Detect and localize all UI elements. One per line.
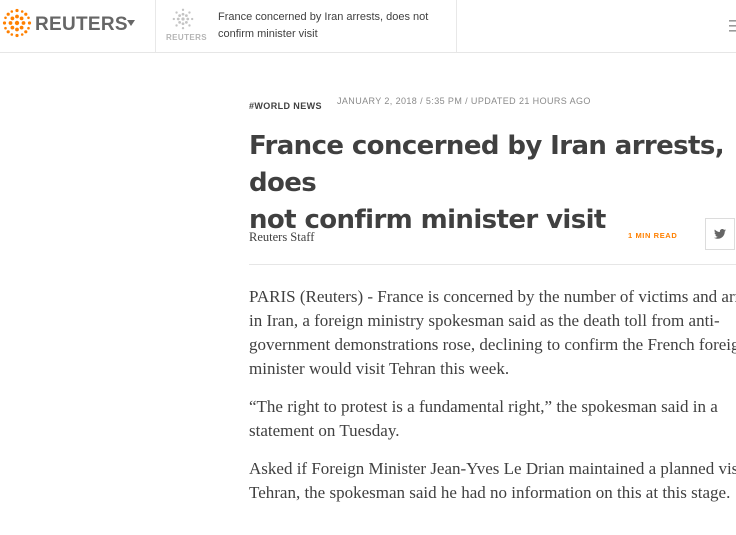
twitter-share-button[interactable] [705,218,735,250]
paragraph-line: “The right to protest is a fundamental r… [249,397,718,416]
current-story-tab[interactable]: REUTERS France concerned by Iran arrests… [157,0,457,52]
paragraph-line: Tehran, the spokesman said he had no inf… [249,483,731,502]
paragraph-line: statement on Tuesday. [249,421,400,440]
paragraph-line: minister would visit Tehran this week. [249,359,510,378]
article-paragraph: “The right to protest is a fundamental r… [249,395,736,443]
article-meta: #WORLD NEWS JANUARY 2, 2018 / 5:35 PM / … [249,96,590,114]
twitter-icon [714,229,726,239]
read-time-label: 1 MIN READ [628,231,678,240]
reuters-logo-icon[interactable] [2,8,32,38]
author-name[interactable]: Reuters Staff [249,230,314,244]
article-paragraph: Asked if Foreign Minister Jean-Yves Le D… [249,457,736,505]
headline-line: France concerned by Iran arrests, does [249,131,725,198]
story-tab-title[interactable]: France concerned by Iran arrests, does n… [218,9,448,43]
menu-icon[interactable] [729,19,736,33]
paragraph-line: government demonstrations rose, declinin… [249,335,736,354]
article-body: PARIS (Reuters) - France is concerned by… [249,285,736,519]
paragraph-line: PARIS (Reuters) - France is concerned by… [249,287,736,306]
chevron-down-icon[interactable] [127,20,135,26]
channel-link[interactable]: #WORLD NEWS [249,101,322,111]
top-header-bar: REUTERS REUTERS France concerned by Iran… [0,0,736,53]
divider [249,264,736,265]
brand-logo-area[interactable]: REUTERS [0,0,156,52]
byline-row: Reuters Staff 1 MIN READ [249,218,736,250]
story-thumbnail-label: REUTERS [166,33,208,42]
story-thumbnail-logo-icon [172,8,194,30]
article-timestamp: JANUARY 2, 2018 / 5:35 PM / UPDATED 21 H… [337,96,591,106]
brand-wordmark[interactable]: REUTERS [35,14,128,36]
paragraph-line: Asked if Foreign Minister Jean-Yves Le D… [249,459,736,478]
article-headline: France concerned by Iran arrests, does n… [249,128,736,239]
paragraph-line: in Iran, a foreign ministry spokesman sa… [249,311,720,330]
article-paragraph: PARIS (Reuters) - France is concerned by… [249,285,736,381]
